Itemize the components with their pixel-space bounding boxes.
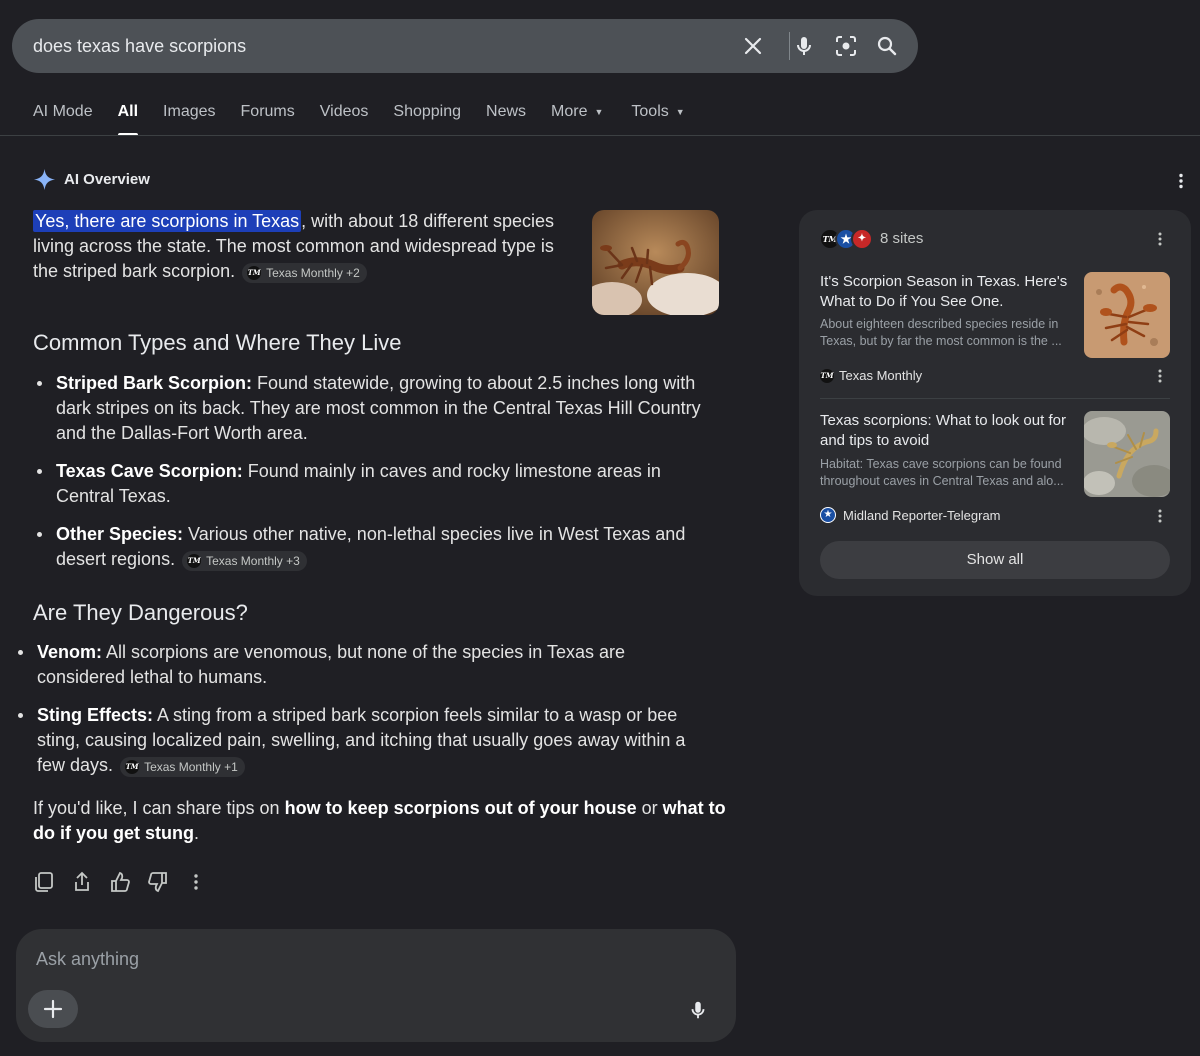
thumbs-up-icon[interactable]: [109, 871, 131, 893]
source-thumbnail[interactable]: [1084, 272, 1170, 358]
tab-label: More: [551, 103, 588, 120]
citation-label: Texas Monthly +3: [206, 553, 300, 568]
tab-all[interactable]: All: [117, 100, 139, 136]
tab-label: Tools: [631, 103, 669, 120]
search-divider: [789, 32, 790, 60]
list-item: Texas Cave Scorpion: Found mainly in cav…: [37, 459, 716, 509]
sources-panel: TM ★ ✦ 8 sites It's Scorpion Season in T…: [799, 210, 1191, 596]
tab-label: News: [486, 103, 527, 120]
tab-videos[interactable]: Videos: [320, 100, 369, 136]
share-icon[interactable]: [71, 871, 93, 893]
texas-monthly-logo: TM: [187, 554, 202, 568]
tab-tools[interactable]: Tools ▼: [631, 100, 684, 136]
tab-label: Forums: [240, 103, 295, 120]
citation-label: Texas Monthly +2: [266, 265, 360, 280]
list-item: Other Species: Various other native, non…: [37, 522, 721, 572]
tab-label: AI Mode: [33, 103, 93, 120]
more-options-icon[interactable]: [1152, 508, 1168, 524]
texas-monthly-logo: TM: [247, 266, 262, 280]
ask-input[interactable]: Ask anything: [36, 949, 139, 970]
microphone-icon[interactable]: [687, 999, 709, 1021]
lens-icon[interactable]: [834, 34, 858, 58]
more-options-icon[interactable]: [1152, 231, 1168, 247]
source-card-snippet: Habitat: Texas cave scorpions can be fou…: [820, 457, 1064, 488]
list-term: Texas Cave Scorpion:: [56, 461, 243, 481]
list-term: Sting Effects:: [37, 705, 154, 725]
more-options-icon[interactable]: [1152, 368, 1168, 384]
tab-label: All: [117, 103, 139, 120]
texas-monthly-logo: TM: [820, 368, 834, 383]
search-tabs: AI Mode All Images Forums Videos Shoppin…: [33, 100, 710, 136]
suggestion-link[interactable]: how to keep scorpions out of your house: [285, 798, 637, 818]
source-label: Texas Monthly: [839, 368, 923, 383]
search-input[interactable]: does texas have scorpions: [33, 19, 246, 73]
source-name[interactable]: TM Texas Monthly: [820, 368, 922, 383]
list-text: All scorpions are venomous, but none of …: [37, 642, 625, 687]
tab-ai-mode[interactable]: AI Mode: [33, 100, 93, 136]
more-options-icon[interactable]: [185, 871, 207, 893]
list-item: Venom: All scorpions are venomous, but n…: [18, 640, 717, 690]
tabs-divider: [0, 135, 1200, 136]
tab-label: Shopping: [393, 103, 462, 120]
source-thumbnail[interactable]: [1084, 411, 1170, 497]
highlighted-answer: Yes, there are scorpions in Texas: [33, 210, 302, 232]
section-heading: Common Types and Where They Live: [33, 330, 402, 355]
tab-forums[interactable]: Forums: [241, 100, 295, 136]
site-logos: TM ★ ✦: [819, 228, 873, 250]
tab-more[interactable]: More ▼: [551, 100, 603, 136]
tab-news[interactable]: News: [486, 100, 526, 136]
clear-icon[interactable]: [741, 34, 765, 58]
source-name[interactable]: ★ Midland Reporter-Telegram: [820, 507, 1001, 523]
citation-chip[interactable]: TM Texas Monthly +3: [182, 551, 307, 571]
source-label: Midland Reporter-Telegram: [843, 507, 1001, 523]
source-card-title[interactable]: It's Scorpion Season in Texas. Here's Wh…: [820, 272, 1074, 312]
intro-paragraph: Yes, there are scorpions in Texas, with …: [33, 209, 568, 284]
citation-chip[interactable]: TM Texas Monthly +2: [242, 263, 367, 283]
source-card-snippet: About eighteen described species reside …: [820, 317, 1062, 348]
citation-chip[interactable]: TM Texas Monthly +1: [120, 757, 245, 777]
add-button[interactable]: [28, 990, 78, 1028]
closing-text: or: [636, 798, 663, 818]
list-item: Striped Bark Scorpion: Found statewide, …: [37, 371, 716, 446]
flag-logo-icon: ✦: [851, 228, 873, 250]
search-icon[interactable]: [875, 34, 899, 58]
texas-monthly-logo: TM: [125, 760, 140, 774]
search-bar[interactable]: does texas have scorpions: [12, 19, 918, 73]
closing-paragraph: If you'd like, I can share tips on how t…: [33, 796, 728, 846]
feedback-actions: [33, 871, 223, 893]
closing-text: .: [193, 823, 199, 843]
source-card-title[interactable]: Texas scorpions: What to look out for an…: [820, 411, 1074, 451]
scorpion-image[interactable]: [592, 210, 719, 315]
citation-label: Texas Monthly +1: [144, 759, 238, 774]
ai-overview-title: AI Overview: [64, 171, 150, 188]
ai-overview-header: AI Overview: [33, 168, 150, 191]
more-options-icon[interactable]: [1172, 172, 1190, 190]
tab-label: Images: [163, 103, 216, 120]
thumbs-down-icon[interactable]: [147, 871, 169, 893]
list-item: Sting Effects: A sting from a striped ba…: [18, 703, 712, 778]
tab-label: Videos: [319, 103, 369, 120]
tab-shopping[interactable]: Shopping: [393, 100, 461, 136]
copy-icon[interactable]: [33, 871, 55, 893]
caret-down-icon: ▼: [675, 107, 685, 117]
microphone-icon[interactable]: [792, 34, 816, 58]
caret-down-icon: ▼: [594, 107, 604, 117]
card-divider: [820, 398, 1170, 399]
list-term: Venom:: [37, 642, 103, 662]
closing-text: If you'd like, I can share tips on: [33, 798, 285, 818]
star-logo-icon: ★: [820, 507, 836, 523]
ask-box[interactable]: Ask anything: [16, 929, 736, 1042]
gemini-sparkle-icon: [33, 168, 56, 191]
tab-images[interactable]: Images: [163, 100, 215, 136]
section-heading: Are They Dangerous?: [33, 600, 248, 625]
show-all-button[interactable]: Show all: [820, 541, 1170, 579]
list-term: Other Species:: [56, 524, 184, 544]
list-term: Striped Bark Scorpion:: [56, 373, 253, 393]
sites-count[interactable]: 8 sites: [880, 230, 923, 247]
